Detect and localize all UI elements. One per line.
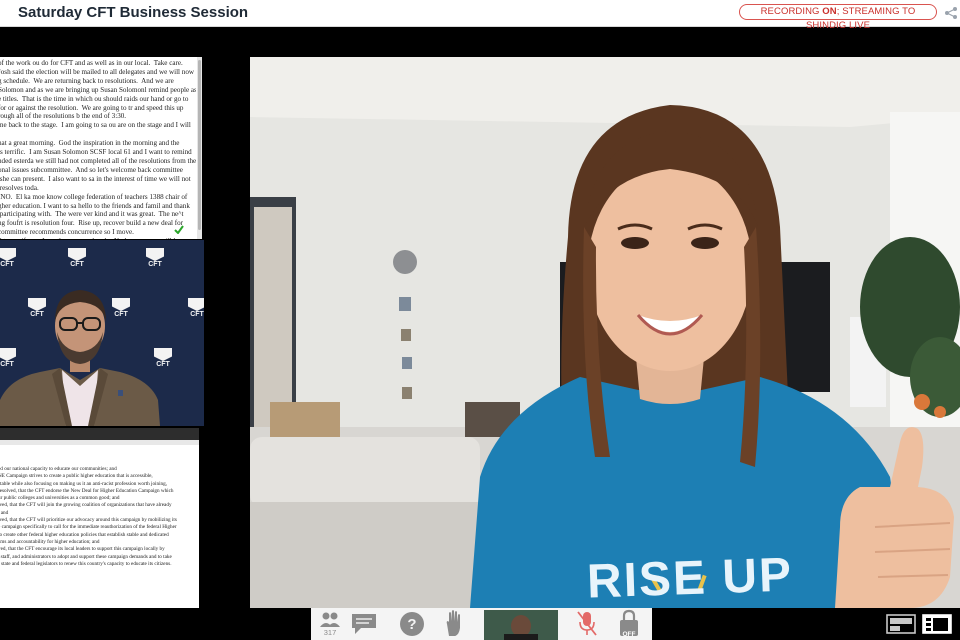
recording-prefix: RECORDING — [760, 6, 823, 17]
transcript-line: resolves toda. — [0, 183, 39, 192]
transcript-line: rough all of the resolutions b the end o… — [0, 112, 127, 121]
transcript-line: e titles. That is the time in which ou s… — [0, 94, 189, 103]
transcript-scrollbar-thumb[interactable] — [198, 60, 201, 230]
main-video-tile[interactable]: RISE UP — [250, 57, 960, 608]
participant-count: 317 — [323, 628, 337, 637]
mic-muted-icon[interactable] — [574, 608, 600, 640]
transcript-text: of the work ou do for CFT and as well as… — [0, 59, 196, 239]
document-line: to create other federal higher education… — [0, 531, 169, 538]
transcript-line: is terrific. I am Susan Solomon SCSF loc… — [0, 148, 192, 157]
layout-grid-icon[interactable] — [886, 612, 916, 636]
document-line: , staff, and administrators to adopt and… — [0, 553, 172, 560]
transcript-line: of the work ou do for CFT and as well as… — [0, 59, 183, 67]
document-toolbar — [0, 428, 199, 440]
main-video-scene — [250, 57, 960, 608]
speaker-figure — [0, 290, 160, 426]
transcript-line: participating with. The were ver kind an… — [0, 210, 184, 219]
transcript-line: hat a great morning. God the inspiration… — [0, 139, 180, 148]
bottom-toolbar: 317 ? OFF — [0, 608, 960, 640]
document-line: resolved, that the CFT endorse the New D… — [0, 487, 174, 494]
transcript-line: onal issues subcommittee. And so let's w… — [0, 165, 183, 174]
transcript-line: nded esterda we still had not completed … — [0, 156, 196, 165]
document-line: ed our national capacity to educate our … — [0, 466, 117, 472]
document-line: e campaign specifically to call for the … — [0, 524, 177, 531]
checkmark-icon — [174, 225, 184, 234]
document-line: ams and accountability for higher educat… — [0, 538, 100, 545]
transcript-line: INO. El ka moe know college federation o… — [0, 192, 188, 201]
transcript-line: ng foufrt is resolution four. Rise up, r… — [0, 219, 183, 228]
share-icon[interactable] — [944, 6, 958, 20]
transcript-line: me back to the stage. I am going to sa o… — [0, 121, 191, 130]
transcript-line: Josh said the election will be mailed to… — [0, 67, 195, 76]
transcript-line: g schedule. We are returning back to res… — [0, 76, 174, 85]
chat-bubble-icon[interactable] — [349, 608, 379, 640]
speaker-video-tile[interactable]: CFT CFT CFT CFT CFT CFT CFT CFT — [0, 240, 204, 426]
session-title: Saturday CFT Business Session — [18, 4, 249, 21]
transcript-panel[interactable]: of the work ou do for CFT and as well as… — [0, 57, 201, 239]
document-text: ed our national capacity to educate our … — [0, 466, 196, 568]
document-line: lved, that the CFT will join the growing… — [0, 502, 172, 509]
question-icon[interactable]: ? — [396, 608, 428, 640]
document-line: stable while also focusing on making us … — [0, 480, 167, 487]
transcript-line: for or against the resolution. We are go… — [0, 103, 184, 112]
transcript-line: she can present. I also want to sa in th… — [0, 174, 191, 183]
document-line: ; and — [0, 509, 9, 516]
mic-off-label: OFF — [622, 631, 636, 638]
hand-icon[interactable] — [440, 608, 468, 640]
recording-status-badge[interactable]: RECORDING ON; STREAMING TO SHINDIG LIVE — [739, 4, 937, 31]
document-panel[interactable]: ed our national capacity to educate our … — [0, 428, 199, 608]
transcript-line: d to see if -- so I see there are no han… — [0, 237, 196, 239]
document-line: ved, that the CFT encourage its local le… — [0, 546, 165, 553]
top-bar: Saturday CFT Business Session RECORDING … — [0, 0, 960, 31]
self-view-thumbnail[interactable] — [484, 608, 558, 640]
shirt-text: RISE UP — [586, 548, 794, 608]
svg-text:?: ? — [407, 616, 416, 633]
layout-focus-icon[interactable] — [922, 612, 952, 636]
transcript-line: Solomon and as we are bringing up Susan … — [0, 85, 196, 94]
transcript-line: gher education. I want to sa hello to th… — [0, 201, 190, 210]
transcript-line — [0, 130, 196, 139]
recording-on-label: ON — [822, 6, 837, 17]
transcript-line: committee recommends concurrence so I mo… — [0, 228, 134, 237]
document-line: NE Campaign strives to create a public h… — [0, 473, 153, 480]
document-subtoolbar — [0, 440, 199, 445]
document-line: r state and federal legislators to renew… — [0, 560, 172, 567]
